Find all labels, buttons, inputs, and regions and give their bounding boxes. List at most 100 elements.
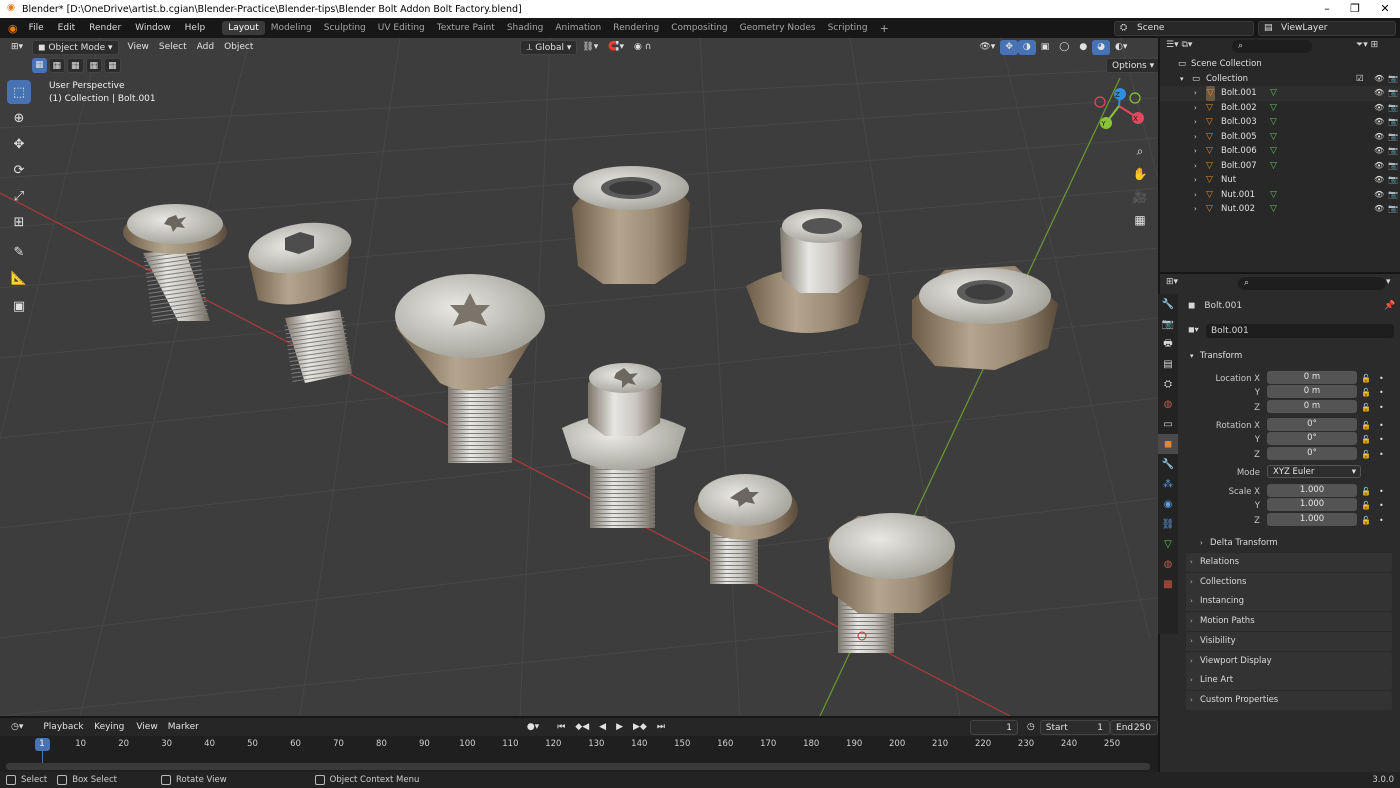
camera-icon[interactable]: 📷: [1388, 130, 1398, 145]
view-layer-selector[interactable]: ▤ ViewLayer: [1258, 21, 1396, 36]
properties-section-collections[interactable]: › Collections: [1186, 572, 1392, 592]
annotate-tool-icon[interactable]: ✎: [7, 240, 31, 264]
rotation-z-field[interactable]: 0°: [1267, 447, 1357, 460]
scale-tool-icon[interactable]: ⤢: [7, 184, 31, 208]
jump-start-icon[interactable]: ⏮: [552, 720, 570, 735]
eye-icon[interactable]: 👁: [1374, 101, 1384, 116]
select-intersect-icon[interactable]: ▦: [104, 58, 121, 73]
location-x-field[interactable]: 0 m: [1267, 371, 1357, 384]
tab-modeling[interactable]: Modeling: [265, 21, 318, 35]
menu-timeline-view[interactable]: View: [131, 720, 162, 735]
rotation-mode-dropdown[interactable]: XYZ Euler ▾: [1267, 465, 1361, 478]
expand-chevron-icon[interactable]: ›: [1194, 188, 1197, 203]
outliner-row-object[interactable]: › ▽ Nut.001 ▽ 👁 📷: [1160, 188, 1400, 203]
gizmo-toggle-icon[interactable]: ✥: [1000, 39, 1018, 55]
menu-edit[interactable]: Edit: [51, 23, 82, 33]
mesh-data-icon[interactable]: ▽: [1270, 86, 1277, 101]
mesh-data-icon[interactable]: ▽: [1270, 202, 1277, 217]
measure-tool-icon[interactable]: 📐: [7, 266, 31, 290]
camera-icon[interactable]: 📷: [1388, 202, 1398, 217]
tab-rendering[interactable]: Rendering: [607, 21, 665, 35]
camera-icon[interactable]: 📷: [1388, 101, 1398, 116]
move-tool-icon[interactable]: ✥: [7, 132, 31, 156]
expand-chevron-icon[interactable]: ›: [1194, 115, 1197, 130]
mode-selector[interactable]: ◼ Object Mode ▾: [32, 39, 119, 55]
snap-icon[interactable]: 🧲▾: [603, 40, 629, 55]
eye-icon[interactable]: 👁: [1374, 188, 1384, 203]
eye-icon[interactable]: 👁: [1374, 72, 1384, 87]
render-tab-icon[interactable]: 📷: [1158, 314, 1178, 334]
expand-chevron-icon[interactable]: ›: [1194, 202, 1197, 217]
modifier-tab-icon[interactable]: 🔧: [1158, 454, 1178, 474]
zoom-icon[interactable]: ⌕: [1129, 140, 1151, 162]
outliner-search-input[interactable]: ⌕: [1232, 40, 1312, 53]
start-frame-field[interactable]: Start 1: [1039, 719, 1111, 735]
expand-chevron-icon[interactable]: ›: [1194, 86, 1197, 101]
properties-section-custom-properties[interactable]: › Custom Properties: [1186, 690, 1392, 710]
scene-selector[interactable]: ⛭ Scene: [1114, 21, 1254, 36]
xray-toggle-icon[interactable]: ▣: [1036, 40, 1055, 55]
select-subtract-icon[interactable]: ▦: [67, 58, 84, 73]
collection-checkbox[interactable]: ☑: [1356, 72, 1364, 87]
mesh-data-icon[interactable]: ▽: [1270, 159, 1277, 174]
collection-tab-icon[interactable]: ▭: [1158, 414, 1178, 434]
outliner-row-object[interactable]: › ▽ Bolt.007 ▽ 👁 📷: [1160, 159, 1400, 174]
object-type-selector[interactable]: ◼▾: [1188, 325, 1199, 334]
outliner-row-object[interactable]: › ▽ Nut.002 ▽ 👁 📷: [1160, 202, 1400, 217]
mesh-data-icon[interactable]: ▽: [1270, 144, 1277, 159]
wireframe-shading-icon[interactable]: ◯: [1054, 40, 1074, 55]
keyframe-dot-icon[interactable]: •: [1379, 421, 1384, 430]
minimize-button[interactable]: –: [1312, 0, 1342, 18]
proportional-edit-icon[interactable]: ◉ ∩: [629, 40, 656, 55]
mesh-data-icon[interactable]: ▽: [1270, 115, 1277, 130]
scale-y-field[interactable]: 1.000: [1267, 498, 1357, 511]
camera-view-icon[interactable]: 🎥: [1129, 186, 1151, 208]
menu-view[interactable]: View: [123, 40, 154, 55]
lock-icon[interactable]: 🔓: [1361, 450, 1371, 459]
properties-section-motion-paths[interactable]: › Motion Paths: [1186, 612, 1392, 632]
keyframe-dot-icon[interactable]: •: [1379, 501, 1384, 510]
pan-hand-icon[interactable]: ✋: [1129, 163, 1151, 185]
camera-icon[interactable]: 📷: [1388, 72, 1398, 87]
object-tab-icon[interactable]: ◼: [1158, 434, 1178, 454]
overlay-toggle-icon[interactable]: ◑: [1017, 39, 1036, 55]
output-tab-icon[interactable]: 🖶: [1158, 334, 1178, 354]
close-button[interactable]: ✕: [1370, 0, 1400, 18]
rotation-y-field[interactable]: 0°: [1267, 432, 1357, 445]
nut-flange-model[interactable]: [572, 166, 690, 284]
camera-icon[interactable]: 📷: [1388, 144, 1398, 159]
options-button[interactable]: Options ▾: [1106, 58, 1161, 73]
properties-section-visibility[interactable]: › Visibility: [1186, 631, 1392, 651]
3d-viewport[interactable]: X Y Z: [0, 38, 1158, 716]
solid-shading-icon[interactable]: ●: [1074, 40, 1092, 55]
location-y-field[interactable]: 0 m: [1267, 385, 1357, 398]
timeline-scrollbar[interactable]: [6, 763, 1150, 770]
menu-select[interactable]: Select: [154, 40, 192, 55]
properties-editor-icon[interactable]: ⊞▾: [1166, 277, 1178, 287]
properties-section-line-art[interactable]: › Line Art: [1186, 671, 1392, 691]
eye-icon[interactable]: 👁: [1374, 144, 1384, 159]
keyframe-dot-icon[interactable]: •: [1379, 487, 1384, 496]
tab-uv-editing[interactable]: UV Editing: [372, 21, 431, 35]
menu-help[interactable]: Help: [178, 23, 213, 33]
keyframe-dot-icon[interactable]: •: [1379, 388, 1384, 397]
jump-keyframe-forward-icon[interactable]: ▶◆: [628, 720, 652, 735]
tab-animation[interactable]: Animation: [549, 21, 607, 35]
camera-icon[interactable]: 📷: [1388, 159, 1398, 174]
outliner-editor-icon[interactable]: ☰▾ ⧉▾: [1166, 40, 1192, 50]
camera-icon[interactable]: 📷: [1388, 173, 1398, 188]
world-tab-icon[interactable]: ◍: [1158, 394, 1178, 414]
outliner-row-scene-collection[interactable]: ▭ Scene Collection: [1160, 57, 1400, 72]
add-workspace-button[interactable]: +: [874, 20, 895, 37]
tab-texture-paint[interactable]: Texture Paint: [431, 21, 501, 35]
properties-search-input[interactable]: ⌕: [1238, 277, 1386, 290]
scene-tab-icon[interactable]: ⛭: [1158, 374, 1178, 394]
menu-playback[interactable]: Playback ▾: [38, 720, 89, 747]
keyframe-dot-icon[interactable]: •: [1379, 435, 1384, 444]
jump-end-icon[interactable]: ⏭: [652, 720, 670, 735]
delta-transform-header[interactable]: › Delta Transform: [1198, 536, 1392, 550]
select-box-tool-icon[interactable]: ⬚: [7, 80, 31, 104]
menu-render[interactable]: Render: [82, 23, 128, 33]
material-tab-icon[interactable]: ◍: [1158, 554, 1178, 574]
current-frame-field[interactable]: 1: [969, 719, 1018, 735]
